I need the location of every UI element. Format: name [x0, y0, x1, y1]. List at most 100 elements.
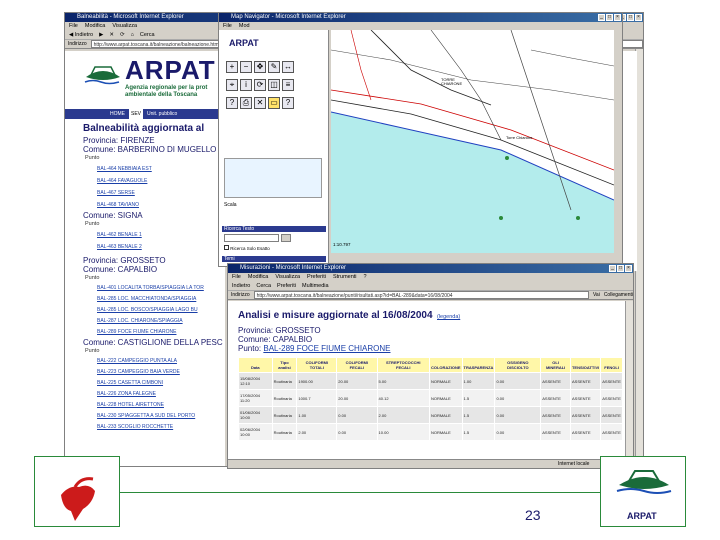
select-icon[interactable]: ⌖: [226, 79, 238, 91]
zoom-out-icon[interactable]: −: [240, 61, 252, 73]
table-cell: 0.00: [336, 406, 378, 424]
results-toolbar-button[interactable]: Indietro: [232, 281, 250, 290]
pan-icon[interactable]: ✥: [254, 61, 266, 73]
maximize-button[interactable]: □: [627, 14, 634, 21]
comune-castiglione: Comune: CASTIGLIONE DELLA PESC: [83, 338, 223, 347]
point-link[interactable]: BAL-464 FAVAGUOLE: [97, 175, 225, 187]
map-tools: + − ✥ ✎ ↔ ⌖ i ⟳ ◫ ≡ ? ⎙ ✕ ▭?: [219, 48, 328, 110]
measure-icon[interactable]: ↔: [282, 61, 294, 73]
map-canvas[interactable]: TORRE CHIARONE Torre Chiarone 1:10.797: [331, 30, 614, 253]
point-link[interactable]: BAL-222 CAMPEGGIO PUNTA ALA: [97, 356, 225, 367]
menu-edit[interactable]: Modifica: [85, 22, 105, 30]
results-title-text: Misurazioni - Microsoft Internet Explore…: [240, 265, 347, 271]
map-menu-edit[interactable]: Mod: [239, 22, 250, 30]
folder-icon[interactable]: ▭: [268, 97, 280, 109]
results-close-button[interactable]: ×: [625, 265, 632, 272]
checkbox-box[interactable]: [224, 245, 229, 250]
point-link[interactable]: BAL-287 LOC. CHIARONE/SPIAGGIA: [97, 316, 225, 327]
print-icon[interactable]: ⎙: [240, 97, 252, 109]
identify-icon[interactable]: i: [240, 79, 252, 91]
refresh-map-icon[interactable]: ⟳: [254, 79, 266, 91]
results-menu-item[interactable]: Modifica: [248, 273, 268, 281]
close-button[interactable]: ×: [635, 14, 642, 21]
point-link[interactable]: BAL-464 NEBBIAIA EST: [97, 163, 225, 175]
point-link[interactable]: BAL-463 BENALE 2: [97, 241, 225, 253]
results-menu-item[interactable]: File: [232, 273, 241, 281]
table-cell: ASSENTE: [569, 423, 602, 441]
results-toolbar-button[interactable]: Cerca: [256, 281, 271, 290]
stop-icon[interactable]: ✕: [109, 30, 114, 39]
menu-file[interactable]: File: [69, 22, 78, 30]
legend-link[interactable]: (legenda): [437, 314, 460, 320]
results-address-field[interactable]: http://www.arpat.toscana.it/balneazione/…: [253, 291, 589, 299]
map-menu-file[interactable]: File: [223, 22, 232, 30]
help-icon[interactable]: ?: [282, 97, 294, 109]
column-header: TRASPARENZA: [461, 357, 496, 373]
pencil-icon[interactable]: ✎: [268, 61, 280, 73]
nav-public[interactable]: Unit. pubblico: [147, 109, 177, 119]
refresh-icon[interactable]: ⟳: [120, 30, 125, 39]
nav-home[interactable]: HOME: [110, 109, 125, 119]
menu-view[interactable]: Visualizza: [112, 22, 137, 30]
table-cell: 1.00: [296, 406, 338, 424]
point-link[interactable]: BAL-468 TAVIANO: [97, 199, 225, 211]
point-link[interactable]: BAL-467 SERSE: [97, 187, 225, 199]
table-cell: NORMALE: [428, 406, 463, 424]
table-cell: 01/06/2004 10:00: [238, 406, 273, 424]
results-menu-item[interactable]: Visualizza: [275, 273, 300, 281]
point-link[interactable]: BAL-225 CASETTA CIMBONI: [97, 378, 225, 389]
nav-sev[interactable]: SEV: [129, 109, 144, 119]
home-icon[interactable]: ⌂: [131, 30, 134, 39]
column-header: STREPTOCOCCHI FECALI: [376, 357, 430, 373]
point-link[interactable]: BAL-285 LOC. MACCHIATONDA/SPIAGGIA: [97, 294, 225, 305]
extent-icon[interactable]: ◫: [268, 79, 280, 91]
list-region: Provincia: FIRENZE Comune: BARBERINO DI …: [65, 136, 225, 433]
point-link[interactable]: BAL-401 LOCALITA TORBA/SPIAGGIA LA TOR: [97, 283, 225, 294]
results-scrollbar[interactable]: [625, 301, 633, 459]
status-text: Internet locale: [558, 461, 590, 467]
point-link[interactable]: BAL-462 BENALE 1: [97, 229, 225, 241]
comune-signa: Comune: SIGNA: [83, 211, 143, 220]
table-cell: 0.00: [494, 372, 542, 390]
results-toolbar-button[interactable]: Preferiti: [277, 281, 296, 290]
results-toolbar-button[interactable]: Multimedia: [302, 281, 329, 290]
table-cell: Routinaria: [271, 406, 298, 424]
point-link[interactable]: BAL-285 LOC. BOSCO/SPIAGGIA LAGO BU: [97, 305, 225, 316]
map-close-button[interactable]: ×: [614, 14, 621, 21]
results-menu-item[interactable]: ?: [364, 273, 367, 281]
table-cell: 2.00: [376, 406, 430, 424]
results-menu-item[interactable]: Preferiti: [307, 273, 326, 281]
exact-search-checkbox[interactable]: Ricerca Solo Esatto: [224, 245, 270, 251]
search-button[interactable]: Cerca: [140, 30, 155, 39]
go-button[interactable]: Vai: [593, 291, 600, 299]
links-label[interactable]: Collegamenti: [604, 291, 633, 299]
point-link[interactable]: BAL-233 SCOGLIO ROCCHETTE: [97, 422, 225, 433]
column-header: OSSIGENO DISCIOLTO: [494, 357, 542, 373]
point-link[interactable]: BAL-226 ZONA FALEGNE: [97, 389, 225, 400]
results-menu-item[interactable]: Strumenti: [333, 273, 357, 281]
column-header: FENOLI: [600, 357, 623, 373]
query-icon[interactable]: ?: [226, 97, 238, 109]
zoom-in-icon[interactable]: +: [226, 61, 238, 73]
search-go-button[interactable]: [281, 234, 291, 242]
point-list-1: BAL-464 NEBBIAIA EST BAL-464 FAVAGUOLE BAL…: [83, 163, 225, 211]
point-link[interactable]: BAL-230 SPIAGGETTA A SUD DEL PORTO: [97, 411, 225, 422]
layers-label: Temi: [222, 256, 326, 262]
punto-link[interactable]: BAL-289 FOCE FIUME CHIARONE: [263, 344, 390, 353]
table-cell: ASSENTE: [600, 389, 623, 407]
arpat-brand: ARPAT: [125, 55, 216, 85]
forward-button[interactable]: ▶: [99, 30, 103, 39]
results-maximize-button[interactable]: □: [617, 265, 624, 272]
map-maximize-button[interactable]: □: [606, 14, 613, 21]
clear-icon[interactable]: ✕: [254, 97, 266, 109]
search-field[interactable]: [224, 234, 279, 242]
table-row: 01/06/2004 10:00 Routinaria 1.00 0.00 2.00 NO…: [238, 406, 623, 424]
back-button[interactable]: ◀ Indietro: [69, 30, 93, 39]
map-minimize-button[interactable]: _: [598, 14, 605, 21]
results-minimize-button[interactable]: _: [609, 265, 616, 272]
point-link[interactable]: BAL-228 HOTEL AIRETTONE: [97, 400, 225, 411]
point-link[interactable]: BAL-289 FOCE FIUME CHIARONE: [97, 327, 225, 338]
point-link[interactable]: BAL-223 CAMPEGGIO BAIA VERDE: [97, 367, 225, 378]
results-header-row: Data Tipo analisi COLIFORMI TOTALI COLIFORM…: [238, 357, 623, 373]
layer-icon[interactable]: ≡: [282, 79, 294, 91]
